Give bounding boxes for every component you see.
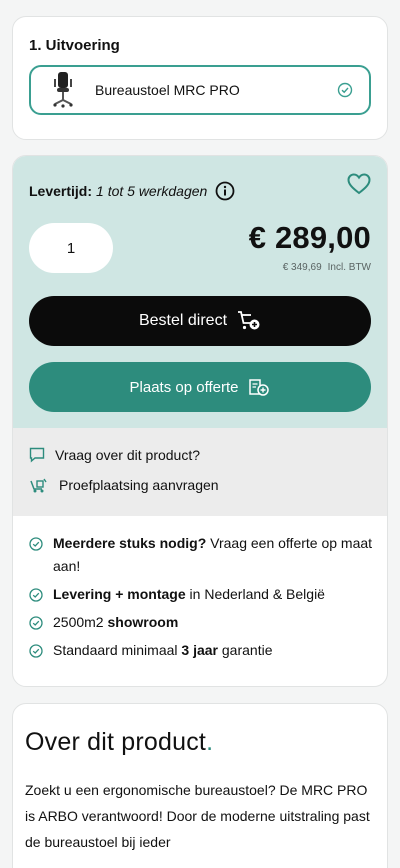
usp-item: Meerdere stuks nodig? Vraag een offerte … — [29, 532, 375, 578]
usp-item: Standaard minimaal 3 jaar garantie — [29, 639, 375, 662]
order-card: Levertijd: 1 tot 5 werkdagen 1 € 289,00 … — [12, 155, 388, 687]
heart-icon[interactable] — [347, 173, 371, 195]
check-circle-icon — [337, 82, 353, 98]
usp-text: Standaard minimaal 3 jaar garantie — [53, 642, 273, 658]
about-text: Zoekt u een ergonomische bureaustoel? De… — [25, 782, 370, 850]
usp-text: Meerdere stuks nodig? Vraag een offerte … — [53, 535, 373, 574]
chair-icon — [53, 72, 73, 108]
variant-label: Bureaustoel MRC PRO — [95, 82, 240, 98]
price-incl-label: Incl. BTW — [327, 262, 371, 273]
about-title: Over dit product. — [25, 728, 214, 756]
price-incl-vat: € 349,69 Incl. BTW — [283, 262, 371, 273]
lead-time-label: Levertijd: — [29, 183, 93, 199]
question-link[interactable]: Vraag over dit product? — [29, 446, 371, 464]
check-circle-icon — [29, 616, 43, 630]
trial-link[interactable]: Proefplaatsing aanvragen — [29, 476, 371, 494]
order-button[interactable]: Bestel direct — [29, 296, 371, 346]
delivery-icon — [30, 478, 47, 493]
quantity-input[interactable]: 1 — [29, 223, 113, 273]
chat-icon — [29, 447, 45, 463]
order-links: Vraag over dit product? Proefplaatsing a… — [13, 428, 387, 516]
cart-add-icon — [238, 311, 260, 330]
check-circle-icon — [29, 644, 43, 658]
check-circle-icon — [29, 537, 43, 551]
quote-button[interactable]: Plaats op offerte — [29, 362, 371, 412]
order-button-label: Bestel direct — [138, 312, 228, 329]
usp-list: Meerdere stuks nodig? Vraag een offerte … — [29, 532, 375, 667]
trial-link-label: Proefplaatsing aanvragen — [59, 477, 219, 493]
quote-button-label: Plaats op offerte — [129, 378, 239, 396]
usp-item: 2500m2 showroom — [29, 611, 375, 634]
usp-item: Levering + montage in Nederland & België — [29, 583, 375, 606]
info-icon[interactable] — [215, 181, 235, 201]
question-link-label: Vraag over dit product? — [55, 447, 201, 463]
price: € 289,00 — [248, 220, 371, 255]
usp-text: 2500m2 showroom — [53, 614, 179, 630]
lead-time-value: 1 tot 5 werkdagen — [96, 183, 208, 199]
variant-option[interactable]: Bureaustoel MRC PRO — [29, 65, 371, 115]
lead-time: Levertijd: 1 tot 5 werkdagen — [29, 181, 235, 201]
quote-add-icon — [249, 379, 270, 396]
order-panel: Levertijd: 1 tot 5 werkdagen 1 € 289,00 … — [13, 156, 387, 428]
uitvoering-card: 1. Uitvoering Bureaustoel MRC PRO — [12, 16, 388, 140]
price-incl-value: € 349,69 — [282, 262, 322, 273]
check-circle-icon — [29, 588, 43, 602]
about-card: Over dit product. Zoekt u een ergonomisc… — [12, 703, 388, 868]
usp-text: Levering + montage in Nederland & België — [53, 586, 325, 602]
uitvoering-title: 1. Uitvoering — [29, 37, 120, 54]
